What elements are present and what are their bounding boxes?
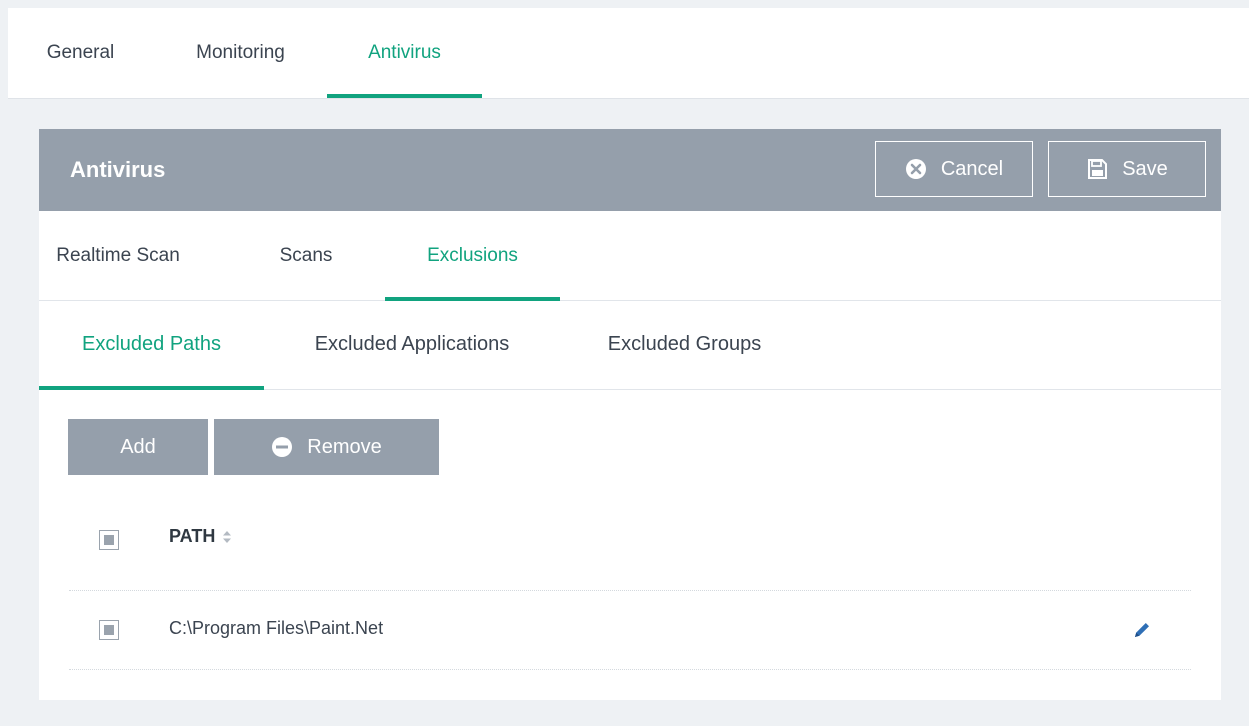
- active-tab-indicator: [39, 386, 264, 390]
- tab-monitoring[interactable]: Monitoring: [168, 8, 313, 98]
- save-label: Save: [1122, 157, 1168, 180]
- add-button[interactable]: Add: [68, 419, 208, 475]
- tab-excluded-applications[interactable]: Excluded Applications: [287, 300, 537, 389]
- tab-excluded-paths[interactable]: Excluded Paths: [39, 300, 264, 390]
- tab-monitoring-label: Monitoring: [196, 42, 285, 63]
- cancel-label: Cancel: [940, 157, 1004, 180]
- select-all-checkbox[interactable]: [99, 530, 119, 550]
- remove-label: Remove: [307, 435, 382, 458]
- pencil-icon[interactable]: [1130, 618, 1154, 642]
- row-divider: [69, 590, 1191, 591]
- panel-header: Antivirus Cancel Save: [39, 129, 1221, 211]
- active-tab-indicator: [327, 94, 482, 98]
- tab-scans-label: Scans: [279, 244, 333, 266]
- remove-button[interactable]: Remove: [214, 419, 439, 475]
- add-label: Add: [120, 435, 156, 458]
- exclusion-tab-bar: Excluded Paths Excluded Applications Exc…: [39, 300, 1221, 390]
- tab-general[interactable]: General: [8, 8, 153, 98]
- tab-exclusions-label: Exclusions: [427, 244, 518, 266]
- tab-exclusions[interactable]: Exclusions: [385, 211, 560, 301]
- tab-excluded-groups[interactable]: Excluded Groups: [587, 300, 782, 389]
- antivirus-panel: Antivirus Cancel Save Realtime Scan Scan…: [39, 129, 1221, 700]
- top-tab-bar: General Monitoring Antivirus: [8, 8, 1249, 99]
- tab-antivirus-label: Antivirus: [368, 42, 441, 63]
- column-header-path-label: PATH: [169, 526, 216, 546]
- scan-tab-bar: Realtime Scan Scans Exclusions: [39, 211, 1221, 301]
- tab-general-label: General: [46, 42, 115, 63]
- tab-excluded-groups-label: Excluded Groups: [607, 333, 762, 355]
- tab-antivirus[interactable]: Antivirus: [327, 8, 482, 98]
- close-circle-icon: [905, 158, 927, 180]
- tab-scans[interactable]: Scans: [271, 211, 341, 300]
- path-cell: C:\Program Files\Paint.Net: [169, 618, 384, 638]
- column-header-path[interactable]: PATH: [169, 526, 233, 547]
- floppy-disk-icon: [1086, 158, 1108, 180]
- tab-excluded-applications-label: Excluded Applications: [314, 333, 510, 355]
- tab-realtime-scan-label: Realtime Scan: [56, 244, 180, 266]
- panel-title: Antivirus: [70, 157, 166, 182]
- save-button[interactable]: Save: [1048, 141, 1206, 197]
- row-divider: [69, 669, 1191, 670]
- minus-circle-icon: [271, 436, 293, 458]
- tab-realtime-scan[interactable]: Realtime Scan: [39, 211, 197, 300]
- tab-excluded-paths-label: Excluded Paths: [82, 333, 221, 355]
- cancel-button[interactable]: Cancel: [875, 141, 1033, 197]
- sort-arrows-icon[interactable]: [221, 529, 233, 545]
- row-checkbox[interactable]: [99, 620, 119, 640]
